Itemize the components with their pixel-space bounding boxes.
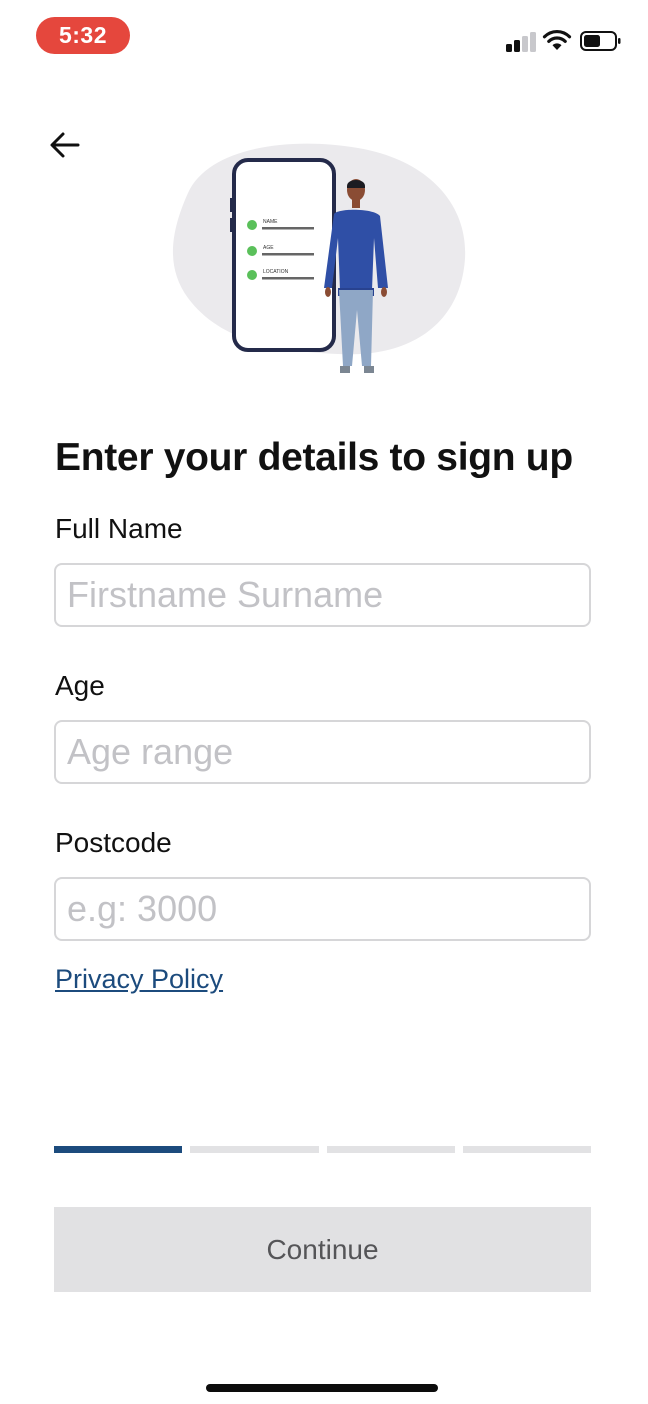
status-bar: 5:32 bbox=[0, 0, 648, 72]
arrow-left-icon bbox=[50, 132, 80, 158]
checklist-item: AGE bbox=[263, 245, 274, 251]
status-time: 5:32 bbox=[36, 17, 130, 54]
postcode-input[interactable] bbox=[54, 877, 591, 941]
check-icon bbox=[247, 246, 257, 256]
progress-step bbox=[54, 1146, 183, 1153]
checklist-item: LOCATION bbox=[263, 269, 289, 275]
age-label: Age bbox=[55, 670, 105, 701]
progress-step bbox=[326, 1146, 455, 1153]
full-name-label: Full Name bbox=[55, 513, 183, 544]
postcode-label: Postcode bbox=[55, 827, 172, 858]
check-icon bbox=[247, 270, 257, 280]
privacy-policy-link[interactable]: Privacy Policy bbox=[55, 964, 223, 995]
back-button[interactable] bbox=[40, 122, 90, 168]
age-input[interactable] bbox=[54, 720, 591, 784]
check-icon bbox=[247, 220, 257, 230]
continue-button[interactable]: Continue bbox=[54, 1207, 591, 1292]
checklist-item: NAME bbox=[263, 219, 278, 225]
battery-icon bbox=[580, 31, 621, 51]
page-title: Enter your details to sign up bbox=[55, 436, 573, 479]
full-name-input[interactable] bbox=[54, 563, 591, 627]
progress-step bbox=[190, 1146, 319, 1153]
step-progress bbox=[54, 1146, 591, 1154]
progress-step bbox=[462, 1146, 591, 1153]
wifi-icon bbox=[542, 29, 572, 50]
signup-illustration: NAME AGE LOCATION bbox=[172, 143, 466, 373]
cellular-signal-icon bbox=[506, 32, 538, 52]
home-indicator[interactable] bbox=[206, 1384, 438, 1392]
